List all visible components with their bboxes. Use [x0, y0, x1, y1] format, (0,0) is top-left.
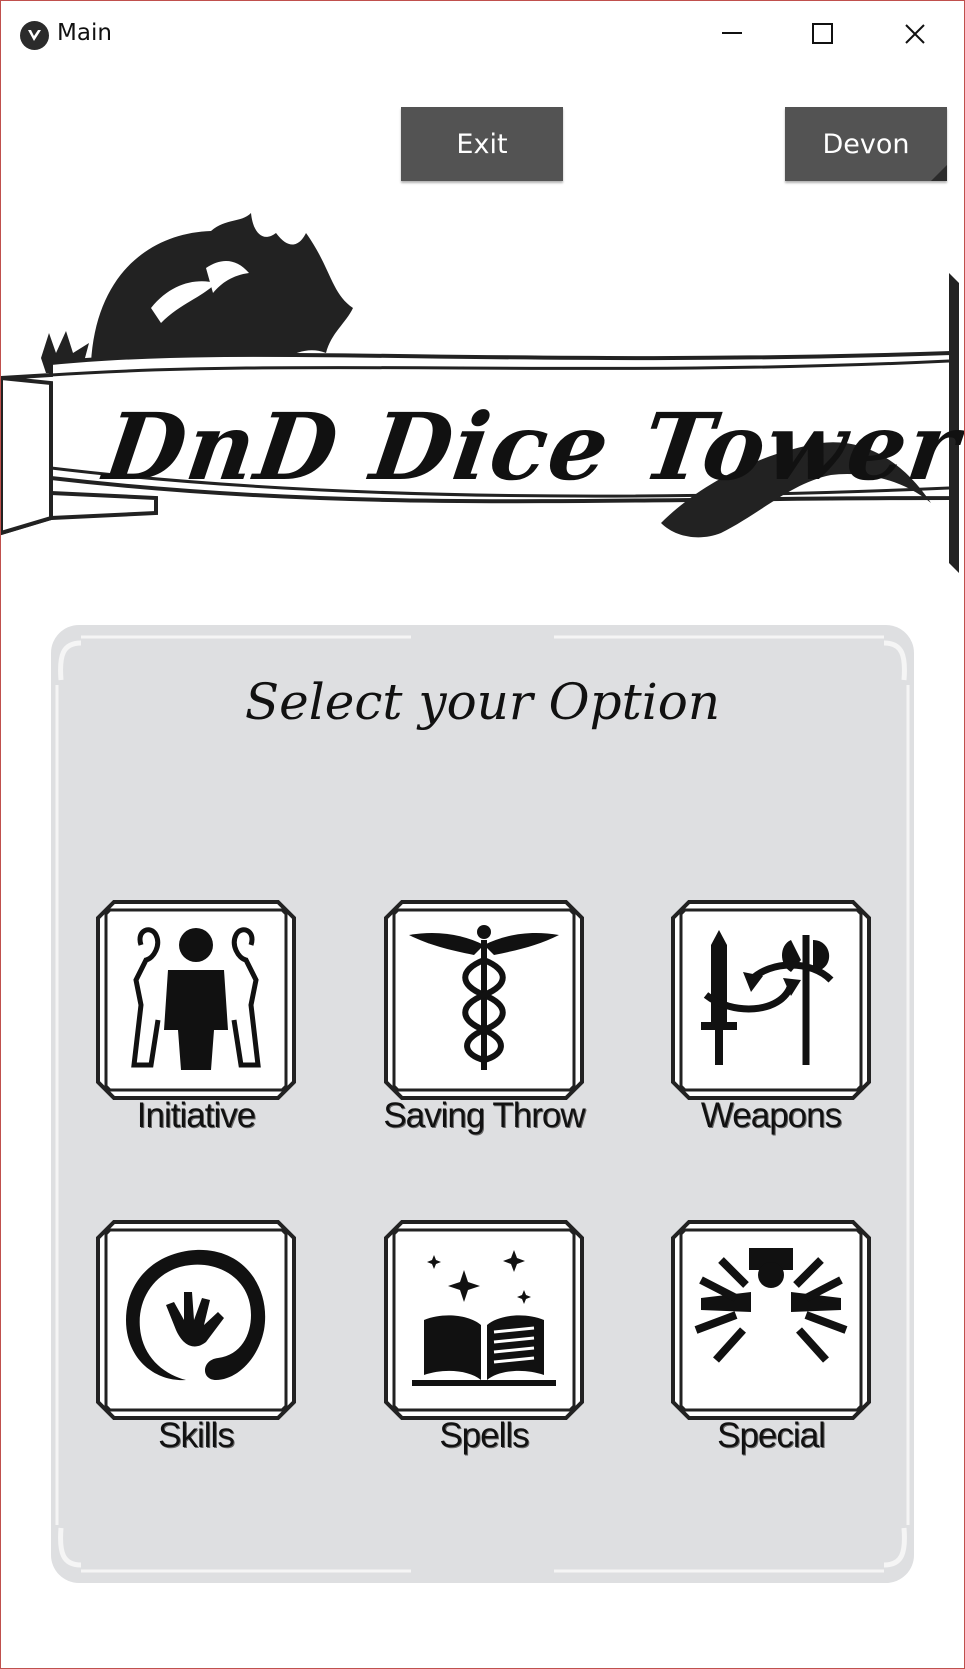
app-window: Main Exit Devon DnD Dice Tower Select yo… — [0, 0, 965, 1669]
caduceus-icon — [384, 900, 584, 1100]
user-button-label: Devon — [822, 128, 910, 160]
user-button[interactable]: Devon — [785, 107, 947, 181]
maximize-icon — [812, 23, 833, 44]
banner-title: DnD Dice Tower — [98, 393, 965, 501]
option-label: Special — [717, 1416, 826, 1455]
option-tile — [384, 1220, 584, 1420]
party-icon — [96, 900, 296, 1100]
minimize-button[interactable] — [687, 9, 777, 57]
option-label: Initiative — [136, 1096, 256, 1135]
option-tile — [671, 900, 871, 1100]
weapon-swap-icon — [671, 900, 871, 1100]
minimize-icon — [722, 32, 742, 34]
option-tile — [96, 900, 296, 1100]
option-tile — [384, 900, 584, 1100]
close-icon — [905, 24, 925, 44]
option-tile — [671, 1220, 871, 1420]
close-button[interactable] — [869, 9, 959, 57]
corner-marker — [931, 165, 947, 181]
hand-swirl-icon — [96, 1220, 296, 1420]
maximize-button[interactable] — [777, 9, 867, 57]
option-label: Spells — [439, 1416, 529, 1455]
spellbook-icon — [384, 1220, 584, 1420]
option-tile — [96, 1220, 296, 1420]
app-logo-icon — [20, 21, 49, 50]
title-bar[interactable]: Main — [1, 1, 964, 69]
panel-heading: Select your Option — [244, 673, 721, 731]
option-label: Saving Throw — [383, 1096, 585, 1135]
window-title: Main — [57, 20, 112, 46]
option-label: Skills — [158, 1416, 235, 1455]
radiant-figure-icon — [671, 1220, 871, 1420]
option-label: Weapons — [700, 1096, 842, 1135]
exit-button[interactable]: Exit — [401, 107, 563, 181]
banner-logo: DnD Dice Tower — [1, 213, 964, 613]
options-panel: Select your Option Initiative Saving Thr… — [51, 625, 914, 1583]
